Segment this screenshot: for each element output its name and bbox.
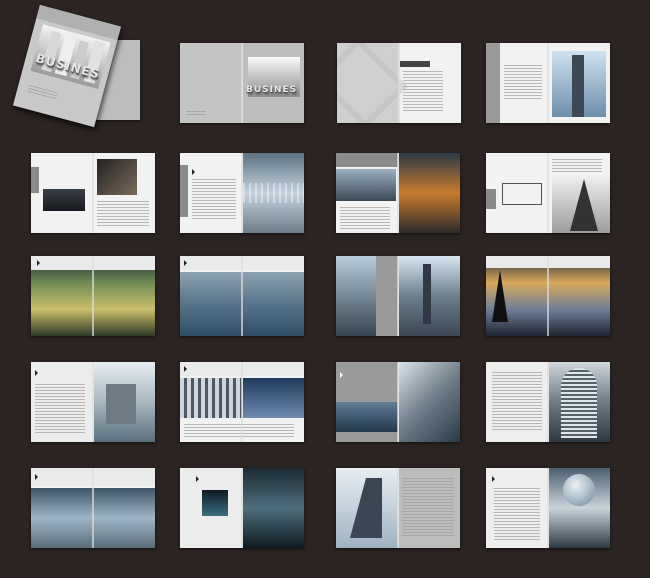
round-tower-photo bbox=[549, 362, 610, 442]
skyline-photo bbox=[336, 402, 398, 432]
columns-photo bbox=[180, 378, 242, 418]
spread-r3c2 bbox=[180, 256, 304, 336]
spread-r4c1 bbox=[31, 362, 155, 442]
spread-r5c4 bbox=[486, 468, 610, 548]
meeting-photo bbox=[43, 189, 85, 211]
office-building-photo bbox=[94, 362, 155, 442]
spread-r3c3 bbox=[336, 256, 460, 336]
angular-tower-photo bbox=[336, 468, 398, 548]
night-building-photo bbox=[202, 490, 228, 516]
spread-r5c2 bbox=[180, 468, 304, 548]
eiffel-tower-photo bbox=[552, 175, 610, 233]
spread-r4c3 bbox=[336, 362, 460, 442]
glass-ceiling-photo bbox=[243, 153, 304, 233]
spread-brand-word: BUSINES bbox=[246, 85, 298, 95]
spread-r3c1 bbox=[31, 256, 155, 336]
spread-r4c4 bbox=[486, 362, 610, 442]
org-chart bbox=[502, 183, 542, 205]
spread-r2c4 bbox=[486, 153, 610, 233]
spread-r4c2 bbox=[180, 362, 304, 442]
city-aerial-photo bbox=[336, 169, 396, 201]
towers-photo bbox=[336, 256, 376, 336]
spread-r2c3 bbox=[336, 153, 460, 233]
handshake-globe-photo bbox=[549, 468, 610, 548]
spread-r1c2: BUSINES bbox=[180, 43, 304, 123]
spread-r5c3 bbox=[336, 468, 460, 548]
spread-r5c1 bbox=[31, 468, 155, 548]
construction-tower-photo bbox=[399, 256, 460, 336]
spread-r2c1 bbox=[31, 153, 155, 233]
skyscraper-photo bbox=[552, 51, 606, 117]
blue-tower-photo bbox=[243, 378, 304, 418]
spread-r2c2 bbox=[180, 153, 304, 233]
spread-r1c4 bbox=[486, 43, 610, 123]
portrait-photo bbox=[97, 159, 137, 195]
night-street-photo bbox=[243, 468, 304, 548]
facade-photo bbox=[399, 362, 460, 442]
spread-r3c4 bbox=[486, 256, 610, 336]
spread-r1c3 bbox=[337, 43, 461, 123]
crane-sunset-photo bbox=[399, 153, 460, 233]
